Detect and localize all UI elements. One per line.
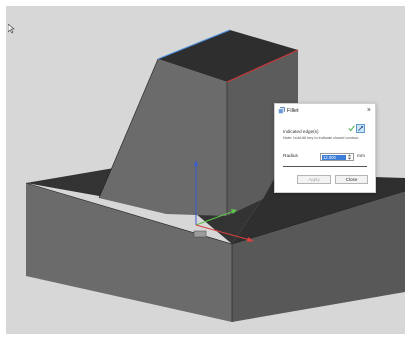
radius-input[interactable]: 12.000 xyxy=(320,153,354,161)
apply-button[interactable]: Apply xyxy=(297,175,331,184)
3d-viewport[interactable]: Fillet × Indicated edge(s) Note: hold Al… xyxy=(6,6,405,334)
fillet-icon xyxy=(278,107,285,114)
radius-label: Radius xyxy=(283,154,298,159)
radius-unit: mm xyxy=(357,154,365,159)
indicated-edges-label: Indicated edge(s) xyxy=(283,129,319,134)
mouse-pointer-icon xyxy=(8,24,15,34)
note-text: Note: hold Alt key to indicate closed co… xyxy=(283,135,360,140)
dialog-separator xyxy=(283,166,367,167)
spinner-arrows-icon[interactable] xyxy=(347,154,352,160)
dialog-title: Fillet xyxy=(287,108,299,114)
slanted-front-face[interactable] xyxy=(99,59,227,216)
dialog-close-icon[interactable]: × xyxy=(367,106,371,115)
dialog-titlebar[interactable]: Fillet × xyxy=(277,106,373,116)
fillet-dialog: Fillet × Indicated edge(s) Note: hold Al… xyxy=(274,103,376,193)
checkmark-icon xyxy=(348,125,355,132)
edge-select-button[interactable] xyxy=(356,124,365,133)
close-button[interactable]: Close xyxy=(335,175,368,184)
radius-value[interactable]: 12.000 xyxy=(322,155,346,160)
edge-select-icon xyxy=(358,126,363,131)
